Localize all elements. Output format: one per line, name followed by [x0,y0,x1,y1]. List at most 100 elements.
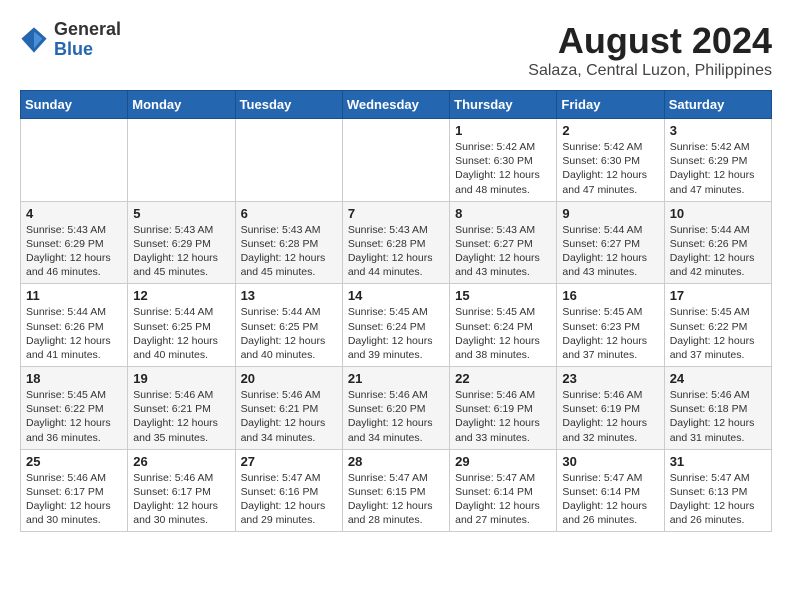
day-number: 10 [670,206,766,221]
header: General Blue August 2024 Salaza, Central… [20,20,772,80]
day-number: 24 [670,371,766,386]
day-cell: 31 Sunrise: 5:47 AMSunset: 6:13 PMDayligh… [664,449,771,532]
day-cell: 5Sunrise: 5:43 AMSunset: 6:29 PMDaylight… [128,201,235,284]
day-cell: 26Sunrise: 5:46 AMSunset: 6:17 PMDayligh… [128,449,235,532]
day-number: 5 [133,206,229,221]
day-cell: 7Sunrise: 5:43 AMSunset: 6:28 PMDaylight… [342,201,449,284]
day-cell: 28Sunrise: 5:47 AMSunset: 6:15 PMDayligh… [342,449,449,532]
day-info: Sunrise: 5:45 AMSunset: 6:22 PMDaylight:… [26,388,122,445]
weekday-header-thursday: Thursday [450,91,557,119]
day-number: 23 [562,371,658,386]
day-number: 7 [348,206,444,221]
day-info: Sunrise: 5:46 AMSunset: 6:19 PMDaylight:… [455,388,551,445]
day-info: Sunrise: 5:42 AMSunset: 6:30 PMDaylight:… [562,140,658,197]
day-info: Sunrise: 5:45 AMSunset: 6:22 PMDaylight:… [670,305,766,362]
week-row-5: 25 Sunrise: 5:46 AMSunset: 6:17 PMDayligh… [21,449,772,532]
day-cell: 25 Sunrise: 5:46 AMSunset: 6:17 PMDayligh… [21,449,128,532]
day-number: 9 [562,206,658,221]
week-row-1: 1 Sunrise: 5:42 AMSunset: 6:30 PMDaylight… [21,119,772,202]
day-number: 11 [26,288,122,303]
location: Salaza, Central Luzon, Philippines [528,62,772,80]
day-info: Sunrise: 5:46 AMSunset: 6:18 PMDaylight:… [670,388,766,445]
day-info: Sunrise: 5:42 AMSunset: 6:30 PMDaylight:… [455,140,551,197]
day-cell: 18Sunrise: 5:45 AMSunset: 6:22 PMDayligh… [21,367,128,450]
day-cell: 23 Sunrise: 5:46 AMSunset: 6:19 PMDayligh… [557,367,664,450]
day-info: Sunrise: 5:46 AMSunset: 6:21 PMDaylight:… [133,388,229,445]
day-number: 25 [26,454,122,469]
day-cell: 29Sunrise: 5:47 AMSunset: 6:14 PMDayligh… [450,449,557,532]
day-cell [235,119,342,202]
day-cell: 8 Sunrise: 5:43 AMSunset: 6:27 PMDaylight… [450,201,557,284]
day-info: Sunrise: 5:46 AMSunset: 6:19 PMDaylight:… [562,388,658,445]
day-info: Sunrise: 5:44 AMSunset: 6:26 PMDaylight:… [26,305,122,362]
day-cell: 10 Sunrise: 5:44 AMSunset: 6:26 PMDayligh… [664,201,771,284]
day-info: Sunrise: 5:47 AMSunset: 6:16 PMDaylight:… [241,471,337,528]
day-number: 1 [455,123,551,138]
day-number: 19 [133,371,229,386]
weekday-header-tuesday: Tuesday [235,91,342,119]
day-cell: 19 Sunrise: 5:46 AMSunset: 6:21 PMDayligh… [128,367,235,450]
day-cell: 15 Sunrise: 5:45 AMSunset: 6:24 PMDayligh… [450,284,557,367]
day-cell: 12Sunrise: 5:44 AMSunset: 6:25 PMDayligh… [128,284,235,367]
calendar-header: SundayMondayTuesdayWednesdayThursdayFrid… [21,91,772,119]
title-area: August 2024 Salaza, Central Luzon, Phili… [528,20,772,80]
day-cell: 30Sunrise: 5:47 AMSunset: 6:14 PMDayligh… [557,449,664,532]
day-info: Sunrise: 5:45 AMSunset: 6:23 PMDaylight:… [562,305,658,362]
day-number: 8 [455,206,551,221]
day-number: 30 [562,454,658,469]
weekday-header-sunday: Sunday [21,91,128,119]
day-cell [128,119,235,202]
day-number: 14 [348,288,444,303]
day-number: 17 [670,288,766,303]
logo-blue-text: Blue [54,39,93,59]
day-cell: 21Sunrise: 5:46 AMSunset: 6:20 PMDayligh… [342,367,449,450]
day-number: 20 [241,371,337,386]
day-cell: 11 Sunrise: 5:44 AMSunset: 6:26 PMDayligh… [21,284,128,367]
day-info: Sunrise: 5:42 AMSunset: 6:29 PMDaylight:… [670,140,766,197]
day-number: 6 [241,206,337,221]
day-cell: 6 Sunrise: 5:43 AMSunset: 6:28 PMDaylight… [235,201,342,284]
week-row-3: 11 Sunrise: 5:44 AMSunset: 6:26 PMDayligh… [21,284,772,367]
day-cell: 4 Sunrise: 5:43 AMSunset: 6:29 PMDaylight… [21,201,128,284]
day-info: Sunrise: 5:44 AMSunset: 6:26 PMDaylight:… [670,223,766,280]
day-number: 29 [455,454,551,469]
week-row-4: 18Sunrise: 5:45 AMSunset: 6:22 PMDayligh… [21,367,772,450]
day-cell: 3 Sunrise: 5:42 AMSunset: 6:29 PMDaylight… [664,119,771,202]
day-cell: 24 Sunrise: 5:46 AMSunset: 6:18 PMDayligh… [664,367,771,450]
day-number: 28 [348,454,444,469]
day-cell: 1 Sunrise: 5:42 AMSunset: 6:30 PMDaylight… [450,119,557,202]
day-number: 3 [670,123,766,138]
day-cell: 20 Sunrise: 5:46 AMSunset: 6:21 PMDayligh… [235,367,342,450]
weekday-header-monday: Monday [128,91,235,119]
day-info: Sunrise: 5:46 AMSunset: 6:17 PMDaylight:… [26,471,122,528]
weekday-row: SundayMondayTuesdayWednesdayThursdayFrid… [21,91,772,119]
day-number: 13 [241,288,337,303]
day-info: Sunrise: 5:46 AMSunset: 6:17 PMDaylight:… [133,471,229,528]
day-cell: 13 Sunrise: 5:44 AMSunset: 6:25 PMDayligh… [235,284,342,367]
weekday-header-wednesday: Wednesday [342,91,449,119]
day-cell [342,119,449,202]
day-info: Sunrise: 5:45 AMSunset: 6:24 PMDaylight:… [455,305,551,362]
weekday-header-friday: Friday [557,91,664,119]
day-info: Sunrise: 5:47 AMSunset: 6:13 PMDaylight:… [670,471,766,528]
day-info: Sunrise: 5:43 AMSunset: 6:28 PMDaylight:… [241,223,337,280]
day-info: Sunrise: 5:46 AMSunset: 6:20 PMDaylight:… [348,388,444,445]
day-info: Sunrise: 5:43 AMSunset: 6:27 PMDaylight:… [455,223,551,280]
day-info: Sunrise: 5:44 AMSunset: 6:27 PMDaylight:… [562,223,658,280]
day-info: Sunrise: 5:45 AMSunset: 6:24 PMDaylight:… [348,305,444,362]
calendar-table: SundayMondayTuesdayWednesdayThursdayFrid… [20,90,772,532]
day-cell: 27Sunrise: 5:47 AMSunset: 6:16 PMDayligh… [235,449,342,532]
day-number: 31 [670,454,766,469]
week-row-2: 4 Sunrise: 5:43 AMSunset: 6:29 PMDaylight… [21,201,772,284]
day-number: 4 [26,206,122,221]
day-cell: 2Sunrise: 5:42 AMSunset: 6:30 PMDaylight… [557,119,664,202]
day-cell: 16Sunrise: 5:45 AMSunset: 6:23 PMDayligh… [557,284,664,367]
day-info: Sunrise: 5:44 AMSunset: 6:25 PMDaylight:… [241,305,337,362]
day-number: 15 [455,288,551,303]
day-cell: 14 Sunrise: 5:45 AMSunset: 6:24 PMDayligh… [342,284,449,367]
day-info: Sunrise: 5:43 AMSunset: 6:29 PMDaylight:… [26,223,122,280]
day-cell: 17 Sunrise: 5:45 AMSunset: 6:22 PMDayligh… [664,284,771,367]
day-cell: 22Sunrise: 5:46 AMSunset: 6:19 PMDayligh… [450,367,557,450]
day-info: Sunrise: 5:44 AMSunset: 6:25 PMDaylight:… [133,305,229,362]
day-info: Sunrise: 5:46 AMSunset: 6:21 PMDaylight:… [241,388,337,445]
